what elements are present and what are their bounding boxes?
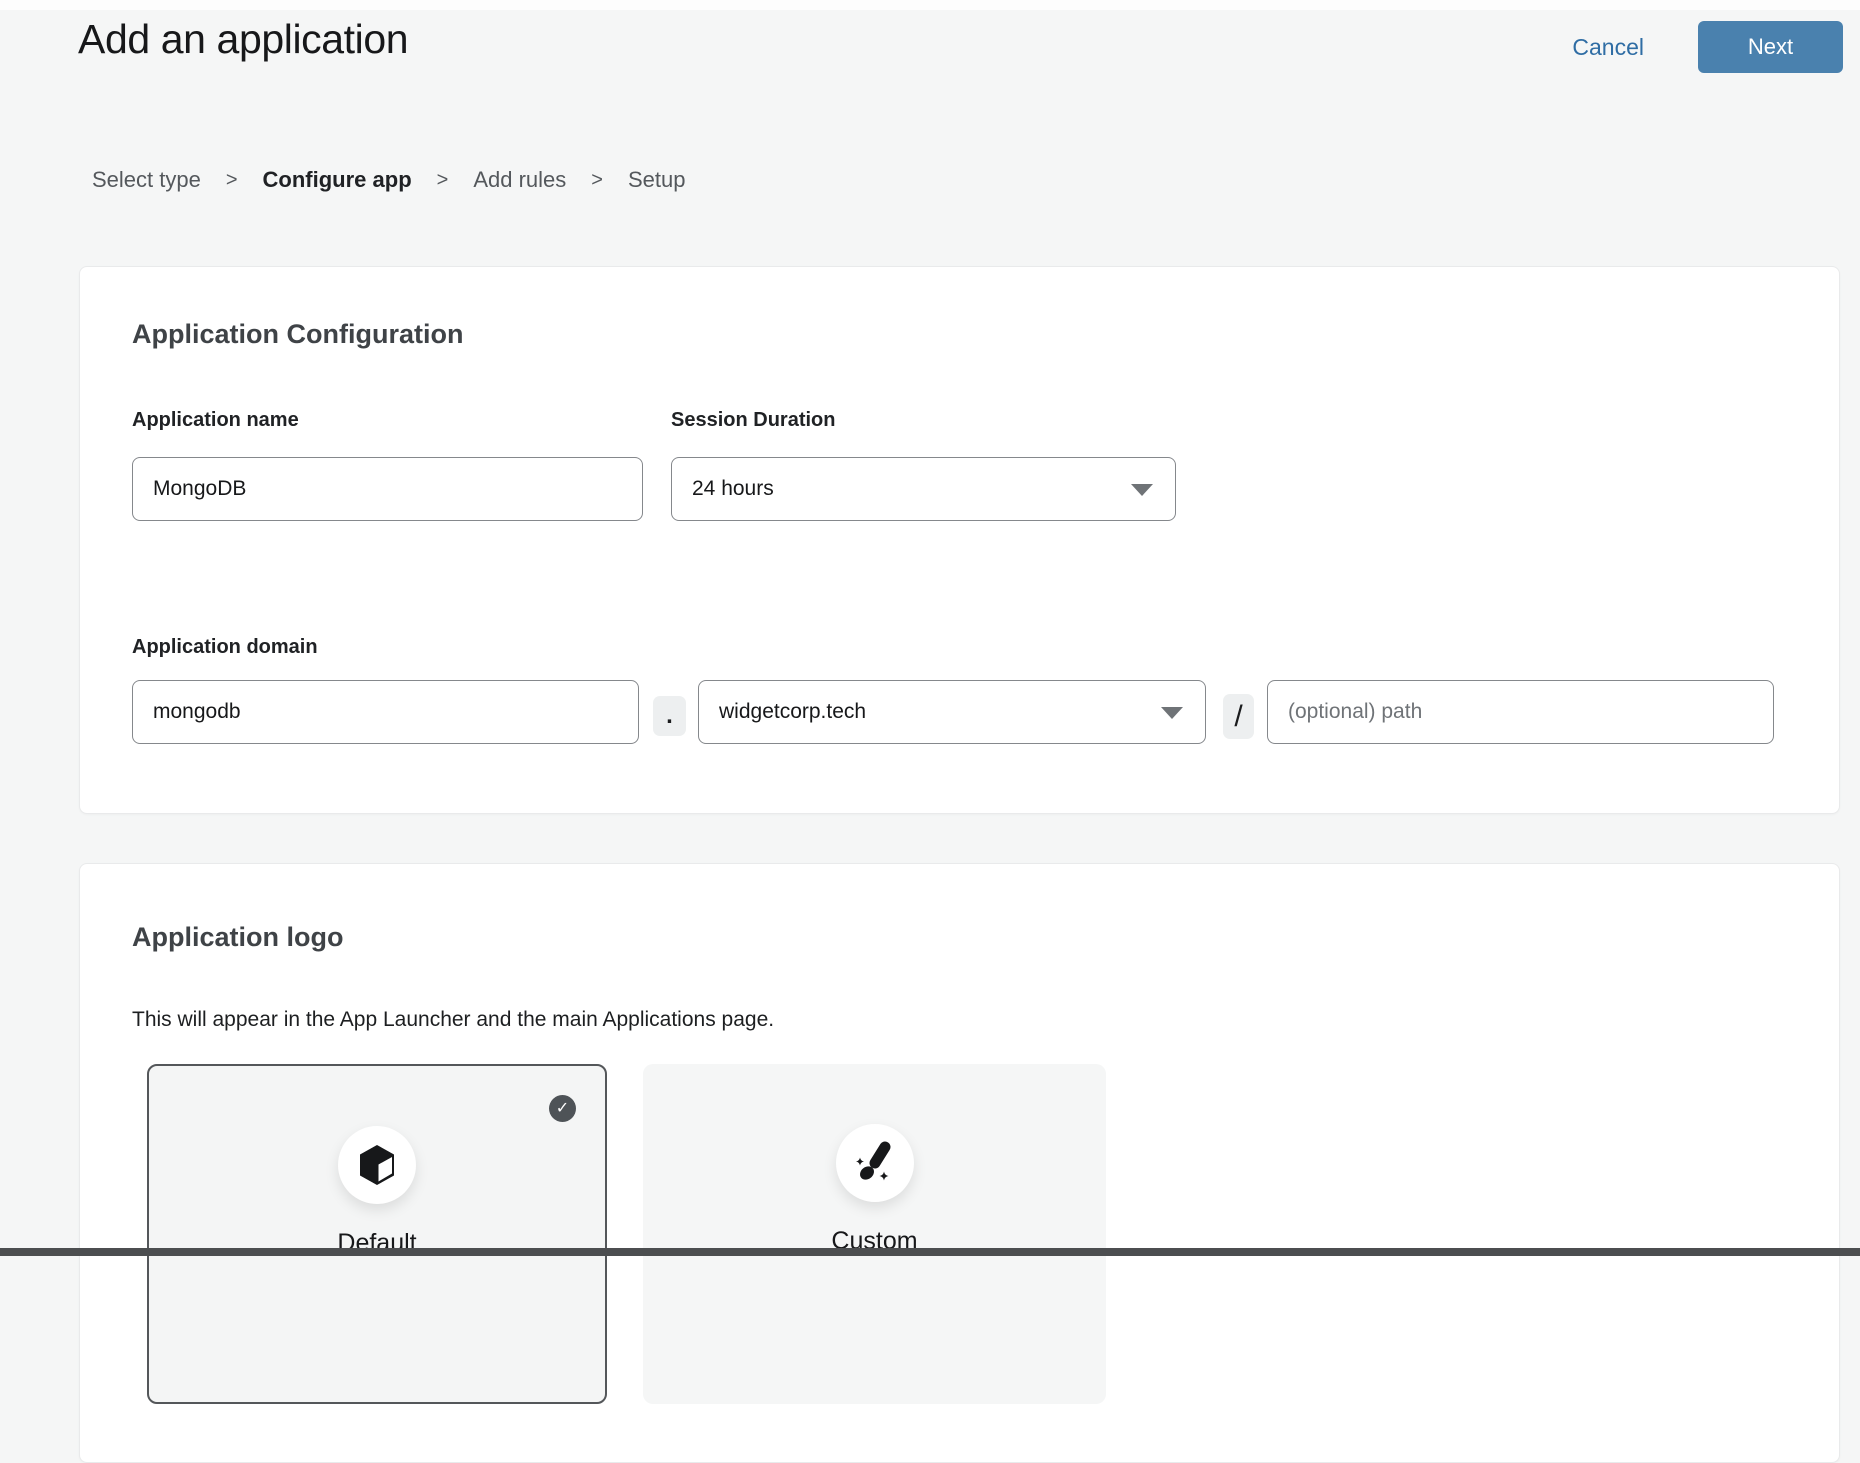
custom-logo-circle [836, 1124, 914, 1202]
breadcrumb-step-setup[interactable]: Setup [628, 167, 686, 193]
cube-icon [358, 1144, 396, 1186]
application-configuration-heading: Application Configuration [132, 319, 463, 350]
chevron-down-icon [1131, 484, 1153, 496]
check-glyph: ✓ [556, 1101, 569, 1117]
breadcrumb-step-configure-app[interactable]: Configure app [263, 167, 412, 193]
path-input[interactable] [1267, 680, 1774, 744]
application-logo-description: This will appear in the App Launcher and… [132, 1008, 774, 1032]
breadcrumb: Select type > Configure app > Add rules … [92, 167, 685, 193]
logo-option-custom[interactable]: Custom [643, 1064, 1106, 1404]
session-duration-value: 24 hours [692, 477, 774, 501]
chevron-down-icon [1161, 707, 1183, 719]
application-logo-heading: Application logo [132, 922, 343, 953]
breadcrumb-step-add-rules[interactable]: Add rules [473, 167, 566, 193]
domain-slash-separator: / [1223, 694, 1254, 739]
default-logo-circle [338, 1126, 416, 1204]
breadcrumb-separator: > [437, 169, 449, 192]
breadcrumb-separator: > [226, 169, 238, 192]
next-button[interactable]: Next [1698, 21, 1843, 73]
domain-select-value: widgetcorp.tech [719, 700, 866, 724]
bottom-edge-bar [0, 1248, 1860, 1256]
session-duration-label: Session Duration [671, 409, 835, 432]
selected-check-icon: ✓ [549, 1095, 576, 1122]
application-configuration-card: Application Configuration Application na… [79, 266, 1840, 814]
page-title: Add an application [78, 16, 408, 63]
application-name-label: Application name [132, 409, 299, 432]
session-duration-select[interactable]: 24 hours [671, 457, 1176, 521]
logo-option-default[interactable]: ✓ Default [147, 1064, 607, 1404]
subdomain-input[interactable] [132, 680, 639, 744]
application-domain-label: Application domain [132, 636, 318, 659]
domain-dot-separator: . [653, 696, 686, 736]
breadcrumb-separator: > [591, 169, 603, 192]
paintbrush-icon [852, 1140, 898, 1186]
breadcrumb-step-select-type[interactable]: Select type [92, 167, 201, 193]
top-edge-strip [0, 0, 1860, 10]
cancel-button[interactable]: Cancel [1572, 34, 1644, 61]
application-name-input[interactable] [132, 457, 643, 521]
domain-select[interactable]: widgetcorp.tech [698, 680, 1206, 744]
application-logo-card: Application logo This will appear in the… [79, 863, 1840, 1463]
